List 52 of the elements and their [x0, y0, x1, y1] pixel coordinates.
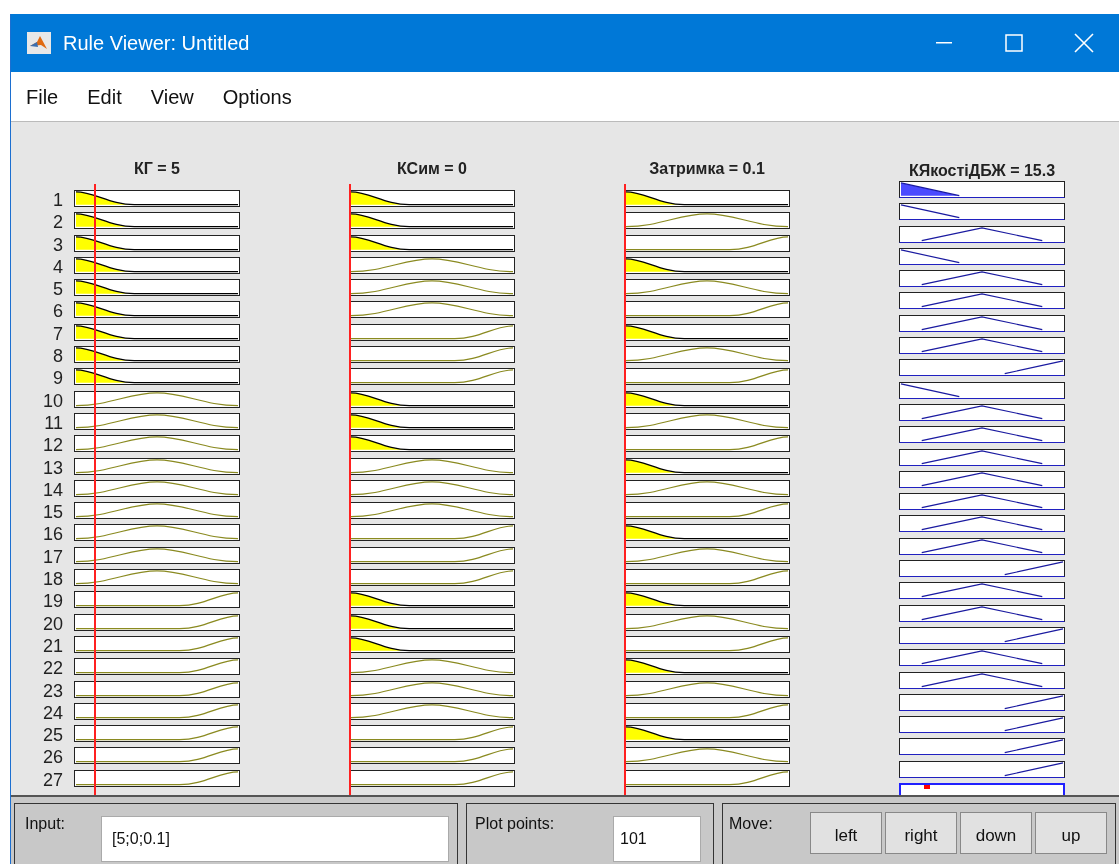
- rule-number: 14: [41, 481, 63, 499]
- rule-number: 20: [41, 615, 63, 633]
- rule-number: 17: [41, 548, 63, 566]
- rule-number: 10: [41, 392, 63, 410]
- move-button[interactable]: left: [810, 812, 882, 854]
- input-value-line[interactable]: [93, 184, 96, 795]
- menu-item[interactable]: Options: [222, 81, 292, 112]
- rule-number: 16: [41, 526, 63, 544]
- rule-number: 6: [52, 303, 63, 321]
- rule-number: 8: [52, 348, 63, 366]
- rule-number: 22: [41, 660, 63, 678]
- rule-number: 4: [52, 258, 63, 276]
- rule-number: 23: [41, 682, 63, 700]
- move-label: Move:: [729, 814, 774, 834]
- input-value-line[interactable]: [349, 184, 351, 795]
- rule-number: 27: [41, 771, 63, 789]
- rule-number: 19: [41, 593, 63, 611]
- maximize-icon: [1005, 34, 1023, 52]
- variable-label: Затримка = 0.1: [648, 159, 766, 179]
- move-button[interactable]: up: [1035, 812, 1107, 854]
- plot-points-label: Plot points:: [475, 814, 556, 834]
- rule-number: 26: [41, 749, 63, 767]
- rule-number: 9: [52, 370, 63, 388]
- rule-number: 11: [43, 414, 63, 432]
- input-field[interactable]: [5;0;0.1]: [101, 816, 449, 862]
- rule-number: 24: [41, 704, 63, 722]
- rule-number: 18: [41, 571, 63, 589]
- rule-number: 25: [41, 727, 63, 745]
- rule-number: 5: [52, 281, 63, 299]
- input-label: Input:: [25, 814, 67, 834]
- rule-number: 7: [52, 325, 63, 343]
- rule-number: 13: [41, 459, 63, 477]
- menu-item[interactable]: File: [26, 81, 59, 112]
- input-value-line[interactable]: [624, 184, 627, 795]
- variable-label: КЯкостіДБЖ = 15.3: [907, 161, 1057, 181]
- rule-number: 1: [52, 192, 63, 209]
- app-icon: [27, 32, 51, 54]
- plot-points-field[interactable]: 101: [613, 816, 701, 862]
- rule-number: 2: [52, 214, 63, 232]
- rule-number: 15: [41, 504, 63, 522]
- variable-label: КСим = 0: [396, 159, 468, 179]
- move-button[interactable]: down: [960, 812, 1032, 854]
- menu-item[interactable]: Edit: [87, 81, 122, 112]
- menu-item[interactable]: View: [150, 81, 194, 112]
- rule-number: 21: [41, 637, 63, 655]
- window-title: Rule Viewer: Untitled: [63, 31, 250, 56]
- close-icon: [1074, 33, 1094, 53]
- rule-number: 12: [41, 437, 63, 455]
- variable-label: КГ = 5: [133, 159, 181, 179]
- rule-number: 3: [52, 236, 63, 254]
- move-button[interactable]: right: [885, 812, 957, 854]
- minimize-icon: [936, 42, 952, 44]
